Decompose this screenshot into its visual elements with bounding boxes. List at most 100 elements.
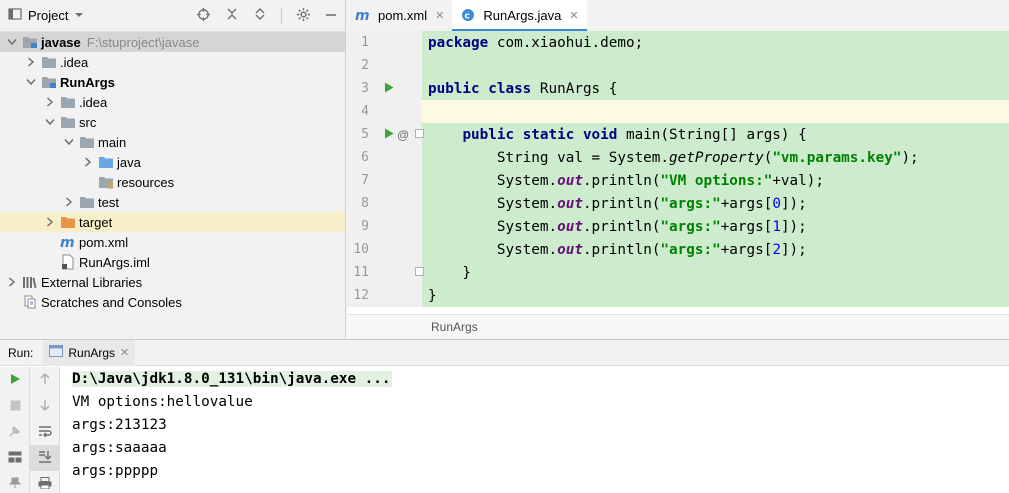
module-folder-icon: [22, 34, 38, 50]
chevron-right-icon[interactable]: [63, 196, 75, 208]
code-line[interactable]: 5 @ public static void main(String[] args…: [347, 123, 1009, 146]
editor-tab-label: pom.xml: [378, 7, 428, 23]
code-token: public class: [428, 80, 532, 97]
svg-text:c: c: [465, 12, 470, 22]
debug-settings-button[interactable]: [0, 419, 30, 445]
scroll-to-end-button[interactable]: [30, 445, 60, 471]
code-line[interactable]: 1 package com.xiaohui.demo;: [347, 31, 1009, 54]
tree-item-label: target: [79, 214, 113, 230]
code-text[interactable]: System. out .println("VM options:" +val);: [422, 169, 1009, 192]
editor-tab[interactable]: c RunArgs.java ✕: [452, 0, 587, 32]
tree-item[interactable]: RunArgs.iml: [0, 252, 345, 272]
code-line[interactable]: 9 System. out .println("args:" +args[1]);: [347, 215, 1009, 238]
tree-item[interactable]: main: [0, 132, 345, 152]
console-output[interactable]: D:\Java\jdk1.8.0_131\bin\java.exe ... VM …: [61, 367, 1009, 493]
code-text[interactable]: String val = System. getProperty("vm.para…: [422, 146, 1009, 169]
tree-item[interactable]: javase F:\stuproject\javase: [0, 32, 345, 52]
chevron-down-icon[interactable]: [25, 76, 37, 88]
code-text[interactable]: public class RunArgs {: [422, 77, 1009, 100]
code-area[interactable]: 1 package com.xiaohui.demo; 2 3 public class…: [347, 31, 1009, 308]
stop-icon: [10, 399, 21, 414]
java-class-icon: c: [460, 7, 476, 23]
gutter: 3: [347, 77, 422, 100]
editor-tab[interactable]: m pom.xml ✕: [347, 0, 452, 31]
chevron-down-icon[interactable]: [74, 8, 84, 23]
fold-icon[interactable]: [415, 266, 424, 279]
code-text[interactable]: System. out .println("args:" +args[2]);: [422, 238, 1009, 261]
chevron-down-icon[interactable]: [6, 36, 18, 48]
print-button[interactable]: [30, 471, 60, 493]
code-text[interactable]: package com.xiaohui.demo;: [422, 31, 1009, 54]
code-token: getProperty: [669, 149, 764, 166]
tree-item[interactable]: .idea: [0, 92, 345, 112]
tree-item[interactable]: Scratches and Consoles: [0, 292, 345, 312]
tree-item[interactable]: java: [0, 152, 345, 172]
scroll-down-button[interactable]: [30, 393, 60, 419]
code-token: String val = System.: [428, 149, 670, 166]
code-text[interactable]: }: [422, 261, 1009, 284]
code-text[interactable]: }: [422, 284, 1009, 307]
rerun-button[interactable]: [0, 367, 30, 393]
tree-item[interactable]: .idea: [0, 52, 345, 72]
pin-button[interactable]: [0, 471, 30, 493]
chevron-right-icon[interactable]: [44, 216, 56, 228]
soft-wrap-button[interactable]: [30, 419, 60, 445]
stop-button[interactable]: [0, 393, 30, 419]
code-line[interactable]: 2: [347, 54, 1009, 77]
tree-item[interactable]: resources: [0, 172, 345, 192]
code-line[interactable]: 8 System. out .println("args:" +args[0]);: [347, 192, 1009, 215]
close-icon[interactable]: ✕: [435, 9, 444, 22]
project-view-selector[interactable]: Project: [8, 7, 84, 24]
code-token: +args[: [720, 218, 773, 235]
code-text[interactable]: System. out .println("args:" +args[0]);: [422, 192, 1009, 215]
code-line[interactable]: 7 System. out .println("VM options:" +val);: [347, 169, 1009, 192]
tree-item[interactable]: m pom.xml: [0, 232, 345, 252]
tree-item[interactable]: target: [0, 212, 345, 232]
gutter: 6: [347, 146, 422, 169]
tree-item[interactable]: RunArgs: [0, 72, 345, 92]
run-gutter-icon[interactable]: [384, 128, 394, 142]
collapse-all-icon[interactable]: [253, 7, 267, 24]
layout-button[interactable]: [0, 445, 30, 471]
code-text[interactable]: public static void main(String[] args) {: [422, 123, 1009, 146]
minimize-icon[interactable]: [325, 8, 337, 24]
code-text[interactable]: System. out .println("args:" +args[1]);: [422, 215, 1009, 238]
fold-icon[interactable]: [415, 128, 424, 141]
code-text[interactable]: [422, 54, 1009, 77]
tree-item[interactable]: test: [0, 192, 345, 212]
run-gutter-icon[interactable]: [384, 82, 394, 96]
expand-collapse-icon[interactable]: [225, 7, 239, 24]
code-token: }: [428, 264, 472, 281]
locate-icon[interactable]: [196, 7, 211, 25]
breadcrumb[interactable]: RunArgs: [347, 314, 1009, 338]
tree-item[interactable]: External Libraries: [0, 272, 345, 292]
tree-item[interactable]: src: [0, 112, 345, 132]
excluded-folder-icon: [60, 214, 76, 230]
code-line[interactable]: 12}: [347, 284, 1009, 307]
code-text[interactable]: [422, 100, 1009, 123]
console-command: D:\Java\jdk1.8.0_131\bin\java.exe ...: [72, 367, 1009, 390]
run-toolbar-secondary: [30, 367, 60, 493]
run-tab[interactable]: RunArgs ✕: [43, 339, 136, 366]
chevron-right-icon[interactable]: [44, 96, 56, 108]
chevron-right-icon[interactable]: [82, 156, 94, 168]
gutter: 10: [347, 238, 422, 261]
close-icon[interactable]: ✕: [120, 346, 129, 359]
scratches-icon: [22, 294, 38, 310]
code-line[interactable]: 10 System. out .println("args:" +args[2]);: [347, 238, 1009, 261]
chevron-right-icon[interactable]: [25, 56, 37, 68]
breadcrumb-class[interactable]: RunArgs: [431, 320, 478, 334]
line-number: 8: [361, 196, 369, 211]
source-folder-icon: [98, 154, 114, 170]
code-line[interactable]: 3 public class RunArgs {: [347, 77, 1009, 100]
close-icon[interactable]: ✕: [569, 9, 578, 22]
chevron-down-icon[interactable]: [44, 116, 56, 128]
annotation-icon[interactable]: @: [397, 128, 409, 142]
code-line[interactable]: 4: [347, 100, 1009, 123]
gear-icon[interactable]: [296, 7, 311, 25]
code-line[interactable]: 11 }: [347, 261, 1009, 284]
chevron-down-icon[interactable]: [63, 136, 75, 148]
scroll-up-button[interactable]: [30, 367, 60, 393]
code-line[interactable]: 6 String val = System. getProperty("vm.pa…: [347, 146, 1009, 169]
chevron-right-icon[interactable]: [6, 276, 18, 288]
